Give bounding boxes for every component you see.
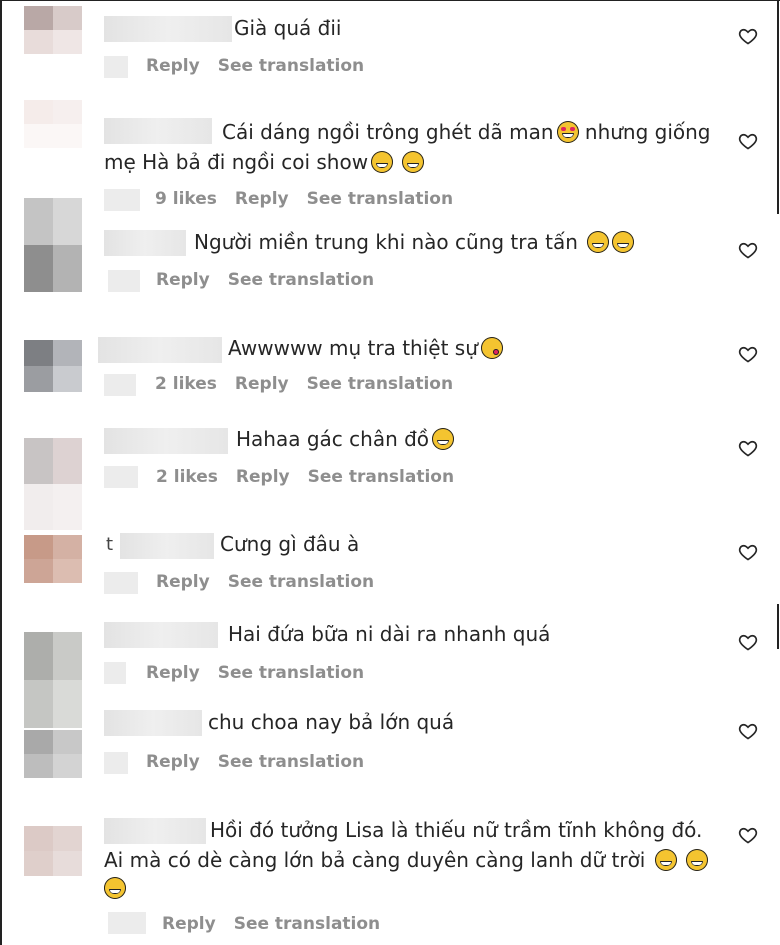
avatar[interactable] [24,632,82,728]
avatar[interactable] [24,438,82,530]
comment-text: Già quá đii [234,16,342,40]
see-translation-button[interactable]: See translation [228,270,374,290]
username-blurred[interactable] [104,428,228,454]
avatar[interactable] [24,535,82,583]
heart-outline-icon[interactable] [738,438,758,458]
rolling-on-floor-laughing-icon [612,231,635,253]
face-blowing-a-kiss-icon [480,337,503,359]
reply-button[interactable]: Reply [236,467,290,487]
face-with-tears-of-joy-icon [371,151,394,173]
comment-text: Awwwww mụ tra thiệt sự [228,333,503,363]
comment-actions: 9 likes Reply See translation [155,189,471,209]
avatar[interactable] [24,340,82,392]
comment-text: chu choa nay bả lớn quá [208,710,455,734]
heart-outline-icon[interactable] [738,825,758,845]
see-translation-button[interactable]: See translation [228,572,374,592]
reply-button[interactable]: Reply [146,663,200,683]
comment-actions: 2 likes Reply See translation [156,467,472,487]
username-blurred[interactable] [104,16,232,42]
heart-outline-icon[interactable] [738,131,758,151]
comment-text: Cưng gì đâu à [220,532,360,556]
avatar[interactable] [24,826,82,876]
reply-button[interactable]: Reply [235,189,289,209]
comment-text-line3 [104,873,126,903]
see-translation-button[interactable]: See translation [218,56,364,76]
reply-button[interactable]: Reply [156,270,210,290]
username-blurred[interactable] [104,818,206,844]
comment-actions: 2 likes Reply See translation [155,374,471,394]
comment-actions: Reply See translation [146,752,382,772]
username-blurred[interactable] [120,533,214,559]
frame-left-border [0,0,2,945]
username-blurred[interactable] [104,710,202,736]
reply-button[interactable]: Reply [156,572,210,592]
see-translation-button[interactable]: See translation [218,663,364,683]
heart-outline-icon[interactable] [738,721,758,741]
username-blurred[interactable] [104,118,212,144]
rolling-on-floor-laughing-icon [587,231,610,253]
reply-button[interactable]: Reply [146,752,200,772]
avatar[interactable] [24,198,82,292]
timestamp-blurred [104,374,136,396]
comment-text: Hahaa gác chân đồ [236,424,455,454]
username-initial[interactable]: t [106,534,113,555]
comment-actions: Reply See translation [162,914,398,934]
scrollbar-thumb[interactable] [777,604,779,649]
username-blurred[interactable] [104,230,186,256]
timestamp-blurred [104,752,128,774]
comment-text: Hồi đó tưởng Lisa là thiếu nữ trầm tĩnh … [210,818,703,842]
timestamp-blurred [104,56,128,78]
heart-outline-icon[interactable] [738,240,758,260]
heart-outline-icon[interactable] [738,26,758,46]
comment-text-line2: mẹ Hà bả đi ngồi coi show [104,147,425,177]
see-translation-button[interactable]: See translation [308,467,454,487]
face-with-tears-of-joy-icon [402,151,425,173]
see-translation-button[interactable]: See translation [307,374,453,394]
scrollbar[interactable] [777,0,779,214]
likes-count[interactable]: 2 likes [156,467,218,487]
heart-outline-icon[interactable] [738,632,758,652]
rolling-on-floor-laughing-icon [654,849,677,871]
reply-button[interactable]: Reply [146,56,200,76]
see-translation-button[interactable]: See translation [234,914,380,934]
see-translation-button[interactable]: See translation [218,752,364,772]
username-blurred[interactable] [104,622,218,648]
comment-actions: Reply See translation [146,56,382,76]
avatar[interactable] [24,730,82,778]
see-translation-button[interactable]: See translation [307,189,453,209]
rolling-on-floor-laughing-icon [104,877,126,899]
reply-button[interactable]: Reply [162,914,216,934]
avatar[interactable] [24,100,82,148]
reply-button[interactable]: Reply [235,374,289,394]
timestamp-blurred [108,270,140,292]
likes-count[interactable]: 9 likes [155,189,217,209]
comment-actions: Reply See translation [156,572,392,592]
timestamp-blurred [104,572,138,594]
timestamp-blurred [104,466,138,488]
timestamp-blurred [104,662,126,684]
frame-top-border [0,0,780,1]
comment-text: Cái dáng ngồi trông ghét dã man nhưng gi… [222,120,711,144]
username-blurred[interactable] [98,337,222,363]
comment-actions: Reply See translation [146,663,382,683]
timestamp-blurred [104,189,140,211]
likes-count[interactable]: 2 likes [155,374,217,394]
comment-text: Người miền trung khi nào cũng tra tấn [194,227,635,257]
timestamp-blurred [108,912,146,934]
comment-actions: Reply See translation [156,270,392,290]
comment-text: Hai đứa bữa ni dài ra nhanh quá [228,622,551,646]
face-with-tears-of-joy-icon [432,428,455,450]
rolling-on-floor-laughing-icon [686,849,709,871]
heart-outline-icon[interactable] [738,344,758,364]
smiling-face-with-heart-eyes-icon [556,121,579,143]
heart-outline-icon[interactable] [738,542,758,562]
comment-text-line2: Ai mà có dè càng lớn bả càng duyên càng … [104,845,709,875]
avatar[interactable] [24,6,82,54]
